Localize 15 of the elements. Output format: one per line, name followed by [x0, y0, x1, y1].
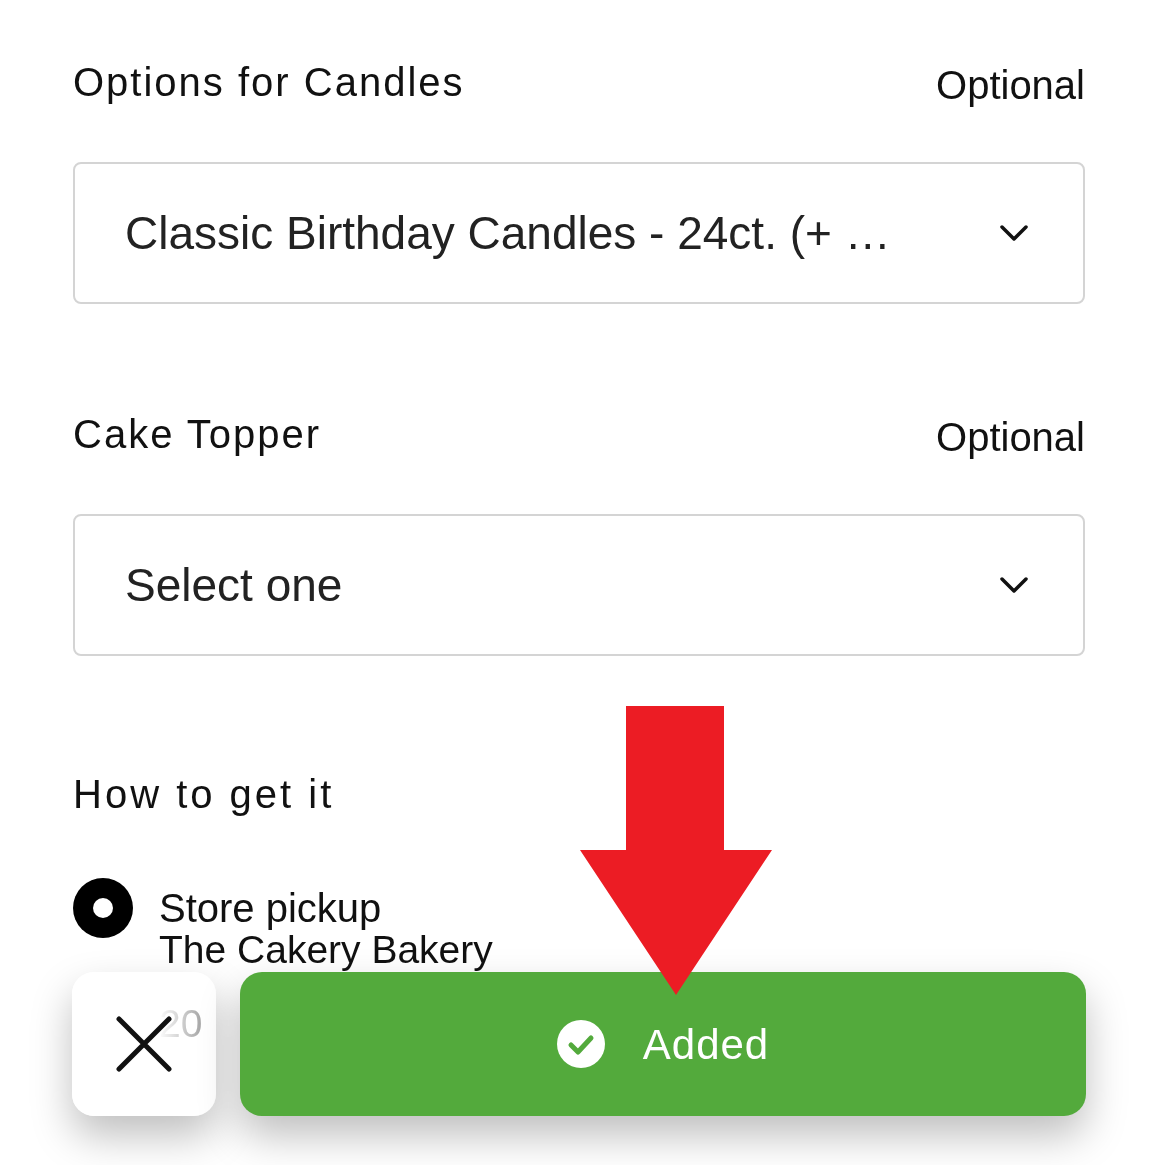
check-circle-icon	[556, 1020, 605, 1068]
option-detail: 20	[159, 1004, 204, 1044]
option-label: Store pickup	[159, 885, 383, 932]
radio-button[interactable]	[73, 878, 133, 938]
section-title: Cake Topper	[73, 411, 322, 458]
dropdown-select[interactable]: Classic Birthday Candles - 24ct. (+ …	[73, 162, 1085, 304]
option-detail: The Cakery Bakery	[159, 930, 493, 970]
chevron-down-icon	[999, 576, 1029, 594]
section-title: Options for Candles	[73, 59, 465, 106]
section-title: How to get it	[73, 771, 336, 818]
dropdown-select[interactable]: Select one	[73, 514, 1085, 656]
optional-label: Optional	[936, 62, 1085, 109]
optional-label: Optional	[936, 414, 1085, 461]
close-button[interactable]	[72, 972, 216, 1116]
chevron-down-icon	[999, 224, 1029, 242]
